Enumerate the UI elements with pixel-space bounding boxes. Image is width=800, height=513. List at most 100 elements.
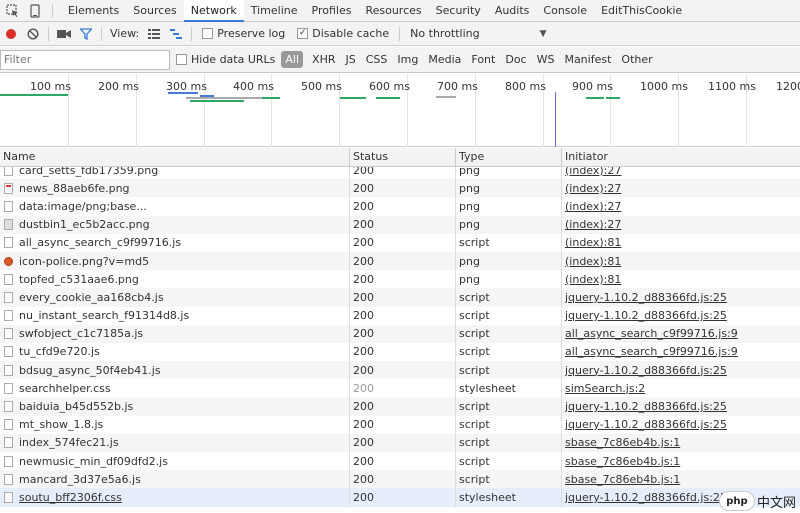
hide-data-urls-checkbox[interactable]: Hide data URLs xyxy=(176,53,275,66)
tab-profiles[interactable]: Profiles xyxy=(305,0,359,22)
cell-name[interactable]: dustbin1_ec5b2acc.png xyxy=(0,215,350,234)
filter-type-xhr[interactable]: XHR xyxy=(307,51,340,68)
filter-type-ws[interactable]: WS xyxy=(532,51,560,68)
request-row[interactable]: topfed_c531aae6.png 200 png (index):81 xyxy=(0,270,800,289)
cell-name[interactable]: all_async_search_c9f99716.js xyxy=(0,233,350,252)
initiator-link[interactable]: sbase_7c86eb4b.js:1 xyxy=(565,455,680,468)
request-row[interactable]: mancard_3d37e5a6.js 200 script sbase_7c86eb… xyxy=(0,470,800,489)
preserve-log-check-box[interactable] xyxy=(202,28,214,39)
cell-name[interactable]: bdsug_async_50f4eb41.js xyxy=(0,361,350,380)
request-row[interactable]: swfobject_c1c7185a.js 200 script all_async_… xyxy=(0,324,800,343)
filter-type-media[interactable]: Media xyxy=(423,51,466,68)
initiator-link[interactable]: sbase_7c86eb4b.js:1 xyxy=(565,473,680,486)
cell-name[interactable]: every_cookie_aa168cb4.js xyxy=(0,288,350,307)
request-row[interactable]: baiduia_b45d552b.js 200 script jquery-1.10.… xyxy=(0,397,800,416)
initiator-link[interactable]: (index):27 xyxy=(565,218,621,231)
tab-timeline[interactable]: Timeline xyxy=(244,0,305,22)
initiator-link[interactable]: (index):81 xyxy=(565,255,621,268)
request-row[interactable]: data:image/png;base... 200 png (index):27 xyxy=(0,197,800,216)
device-mode-icon[interactable] xyxy=(26,2,44,20)
timeline-overview[interactable]: 100 ms 200 ms 300 ms 400 ms 500 ms 600 ms 700 … xyxy=(0,74,800,147)
large-rows-icon[interactable] xyxy=(143,23,165,45)
cell-name[interactable]: mancard_3d37e5a6.js xyxy=(0,470,350,489)
filter-type-css[interactable]: CSS xyxy=(361,51,393,68)
initiator-link[interactable]: simSearch.js:2 xyxy=(565,382,645,395)
cell-type: png xyxy=(456,197,562,216)
filter-type-manifest[interactable]: Manifest xyxy=(559,51,616,68)
cell-name[interactable]: baiduia_b45d552b.js xyxy=(0,397,350,416)
column-header-name[interactable]: Name xyxy=(0,148,350,167)
initiator-link[interactable]: sbase_7c86eb4b.js:1 xyxy=(565,436,680,449)
initiator-link[interactable]: all_async_search_c9f99716.js:9 xyxy=(565,327,738,340)
request-row[interactable]: all_async_search_c9f99716.js 200 script (in… xyxy=(0,233,800,252)
filter-type-font[interactable]: Font xyxy=(466,51,500,68)
cell-name[interactable]: index_574fec21.js xyxy=(0,433,350,452)
request-row[interactable]: icon-police.png?v=md5 200 png (index):81 xyxy=(0,251,800,271)
request-row[interactable]: searchhelper.css 200 stylesheet simSearch.j… xyxy=(0,379,800,398)
initiator-link[interactable]: jquery-1.10.2_d88366fd.js:25 xyxy=(565,364,727,377)
cell-name[interactable]: swfobject_c1c7185a.js xyxy=(0,324,350,343)
column-header-status[interactable]: Status xyxy=(350,148,456,167)
request-row[interactable]: bdsug_async_50f4eb41.js 200 script jquery-1… xyxy=(0,361,800,380)
initiator-link[interactable]: jquery-1.10.2_d88366fd.js:25 xyxy=(565,491,727,504)
request-row[interactable]: mt_show_1.8.js 200 script jquery-1.10.2_d88… xyxy=(0,415,800,434)
cell-name[interactable]: news_88aeb6fe.png xyxy=(0,179,350,198)
cell-name[interactable]: card_setts_fdb17359.png xyxy=(0,167,350,180)
initiator-link[interactable]: jquery-1.10.2_d88366fd.js:25 xyxy=(565,400,727,413)
cell-name[interactable]: data:image/png;base... xyxy=(0,197,350,216)
initiator-link[interactable]: (index):81 xyxy=(565,236,621,249)
request-row[interactable]: nu_instant_search_f91314d8.js 200 script jq… xyxy=(0,306,800,325)
hide-data-urls-check-box[interactable] xyxy=(176,54,187,65)
column-header-initiator[interactable]: Initiator xyxy=(562,148,800,167)
filter-funnel-icon[interactable] xyxy=(75,23,97,45)
tab-sources[interactable]: Sources xyxy=(126,0,184,22)
initiator-link[interactable]: all_async_search_c9f99716.js:9 xyxy=(565,345,738,358)
filter-type-js[interactable]: JS xyxy=(341,51,361,68)
request-row[interactable]: tu_cfd9e720.js 200 script all_async_search_… xyxy=(0,342,800,362)
filter-type-all[interactable]: All xyxy=(281,51,304,68)
filter-type-other[interactable]: Other xyxy=(616,51,657,68)
request-row[interactable]: soutu_bff2306f.css 200 stylesheet jquery-1.… xyxy=(0,488,800,507)
tab-console[interactable]: Console xyxy=(536,0,594,22)
filter-type-img[interactable]: Img xyxy=(392,51,423,68)
request-row[interactable]: every_cookie_aa168cb4.js 200 script jquery-… xyxy=(0,288,800,307)
screenshot-camera-icon[interactable] xyxy=(53,23,75,45)
cell-name[interactable]: icon-police.png?v=md5 xyxy=(0,251,350,271)
tab-resources[interactable]: Resources xyxy=(358,0,428,22)
initiator-link[interactable]: (index):27 xyxy=(565,182,621,195)
tab-security[interactable]: Security xyxy=(429,0,488,22)
record-button[interactable] xyxy=(0,23,22,45)
request-row[interactable]: index_574fec21.js 200 script sbase_7c86eb4b… xyxy=(0,433,800,452)
column-header-type[interactable]: Type xyxy=(456,148,562,167)
tab-editthiscookie[interactable]: EditThisCookie xyxy=(594,0,689,22)
inspect-element-icon[interactable] xyxy=(4,2,22,20)
cell-name[interactable]: soutu_bff2306f.css xyxy=(0,488,350,507)
request-row[interactable]: newmusic_min_df09dfd2.js 200 script sbase_7… xyxy=(0,452,800,471)
initiator-link[interactable]: jquery-1.10.2_d88366fd.js:25 xyxy=(565,418,727,431)
preserve-log-checkbox[interactable]: Preserve log xyxy=(202,27,285,40)
initiator-link[interactable]: jquery-1.10.2_d88366fd.js:25 xyxy=(565,291,727,304)
request-row[interactable]: news_88aeb6fe.png 200 png (index):27 xyxy=(0,179,800,198)
tab-audits[interactable]: Audits xyxy=(488,0,537,22)
request-row[interactable]: card_setts_fdb17359.png 200 png (index):27 xyxy=(0,167,800,180)
cell-name[interactable]: searchhelper.css xyxy=(0,379,350,398)
waterfall-view-icon[interactable] xyxy=(165,23,187,45)
tab-network[interactable]: Network xyxy=(183,0,244,22)
tab-elements[interactable]: Elements xyxy=(61,0,126,22)
cell-name[interactable]: topfed_c531aae6.png xyxy=(0,270,350,289)
disable-cache-check-box[interactable]: ✓ xyxy=(297,28,309,39)
initiator-link[interactable]: jquery-1.10.2_d88366fd.js:25 xyxy=(565,309,727,322)
filter-type-doc[interactable]: Doc xyxy=(500,51,531,68)
initiator-link[interactable]: (index):27 xyxy=(565,200,621,213)
cell-name[interactable]: newmusic_min_df09dfd2.js xyxy=(0,452,350,471)
throttling-select[interactable]: No throttling ▼ xyxy=(410,27,546,40)
initiator-link[interactable]: (index):81 xyxy=(565,273,621,286)
clear-button[interactable] xyxy=(22,23,44,45)
initiator-link[interactable]: (index):27 xyxy=(565,167,621,177)
request-row[interactable]: dustbin1_ec5b2acc.png 200 png (index):27 xyxy=(0,215,800,234)
filter-input[interactable] xyxy=(0,49,170,70)
disable-cache-checkbox[interactable]: ✓ Disable cache xyxy=(297,27,389,40)
cell-name[interactable]: mt_show_1.8.js xyxy=(0,415,350,434)
cell-name[interactable]: tu_cfd9e720.js xyxy=(0,342,350,362)
cell-name[interactable]: nu_instant_search_f91314d8.js xyxy=(0,306,350,325)
